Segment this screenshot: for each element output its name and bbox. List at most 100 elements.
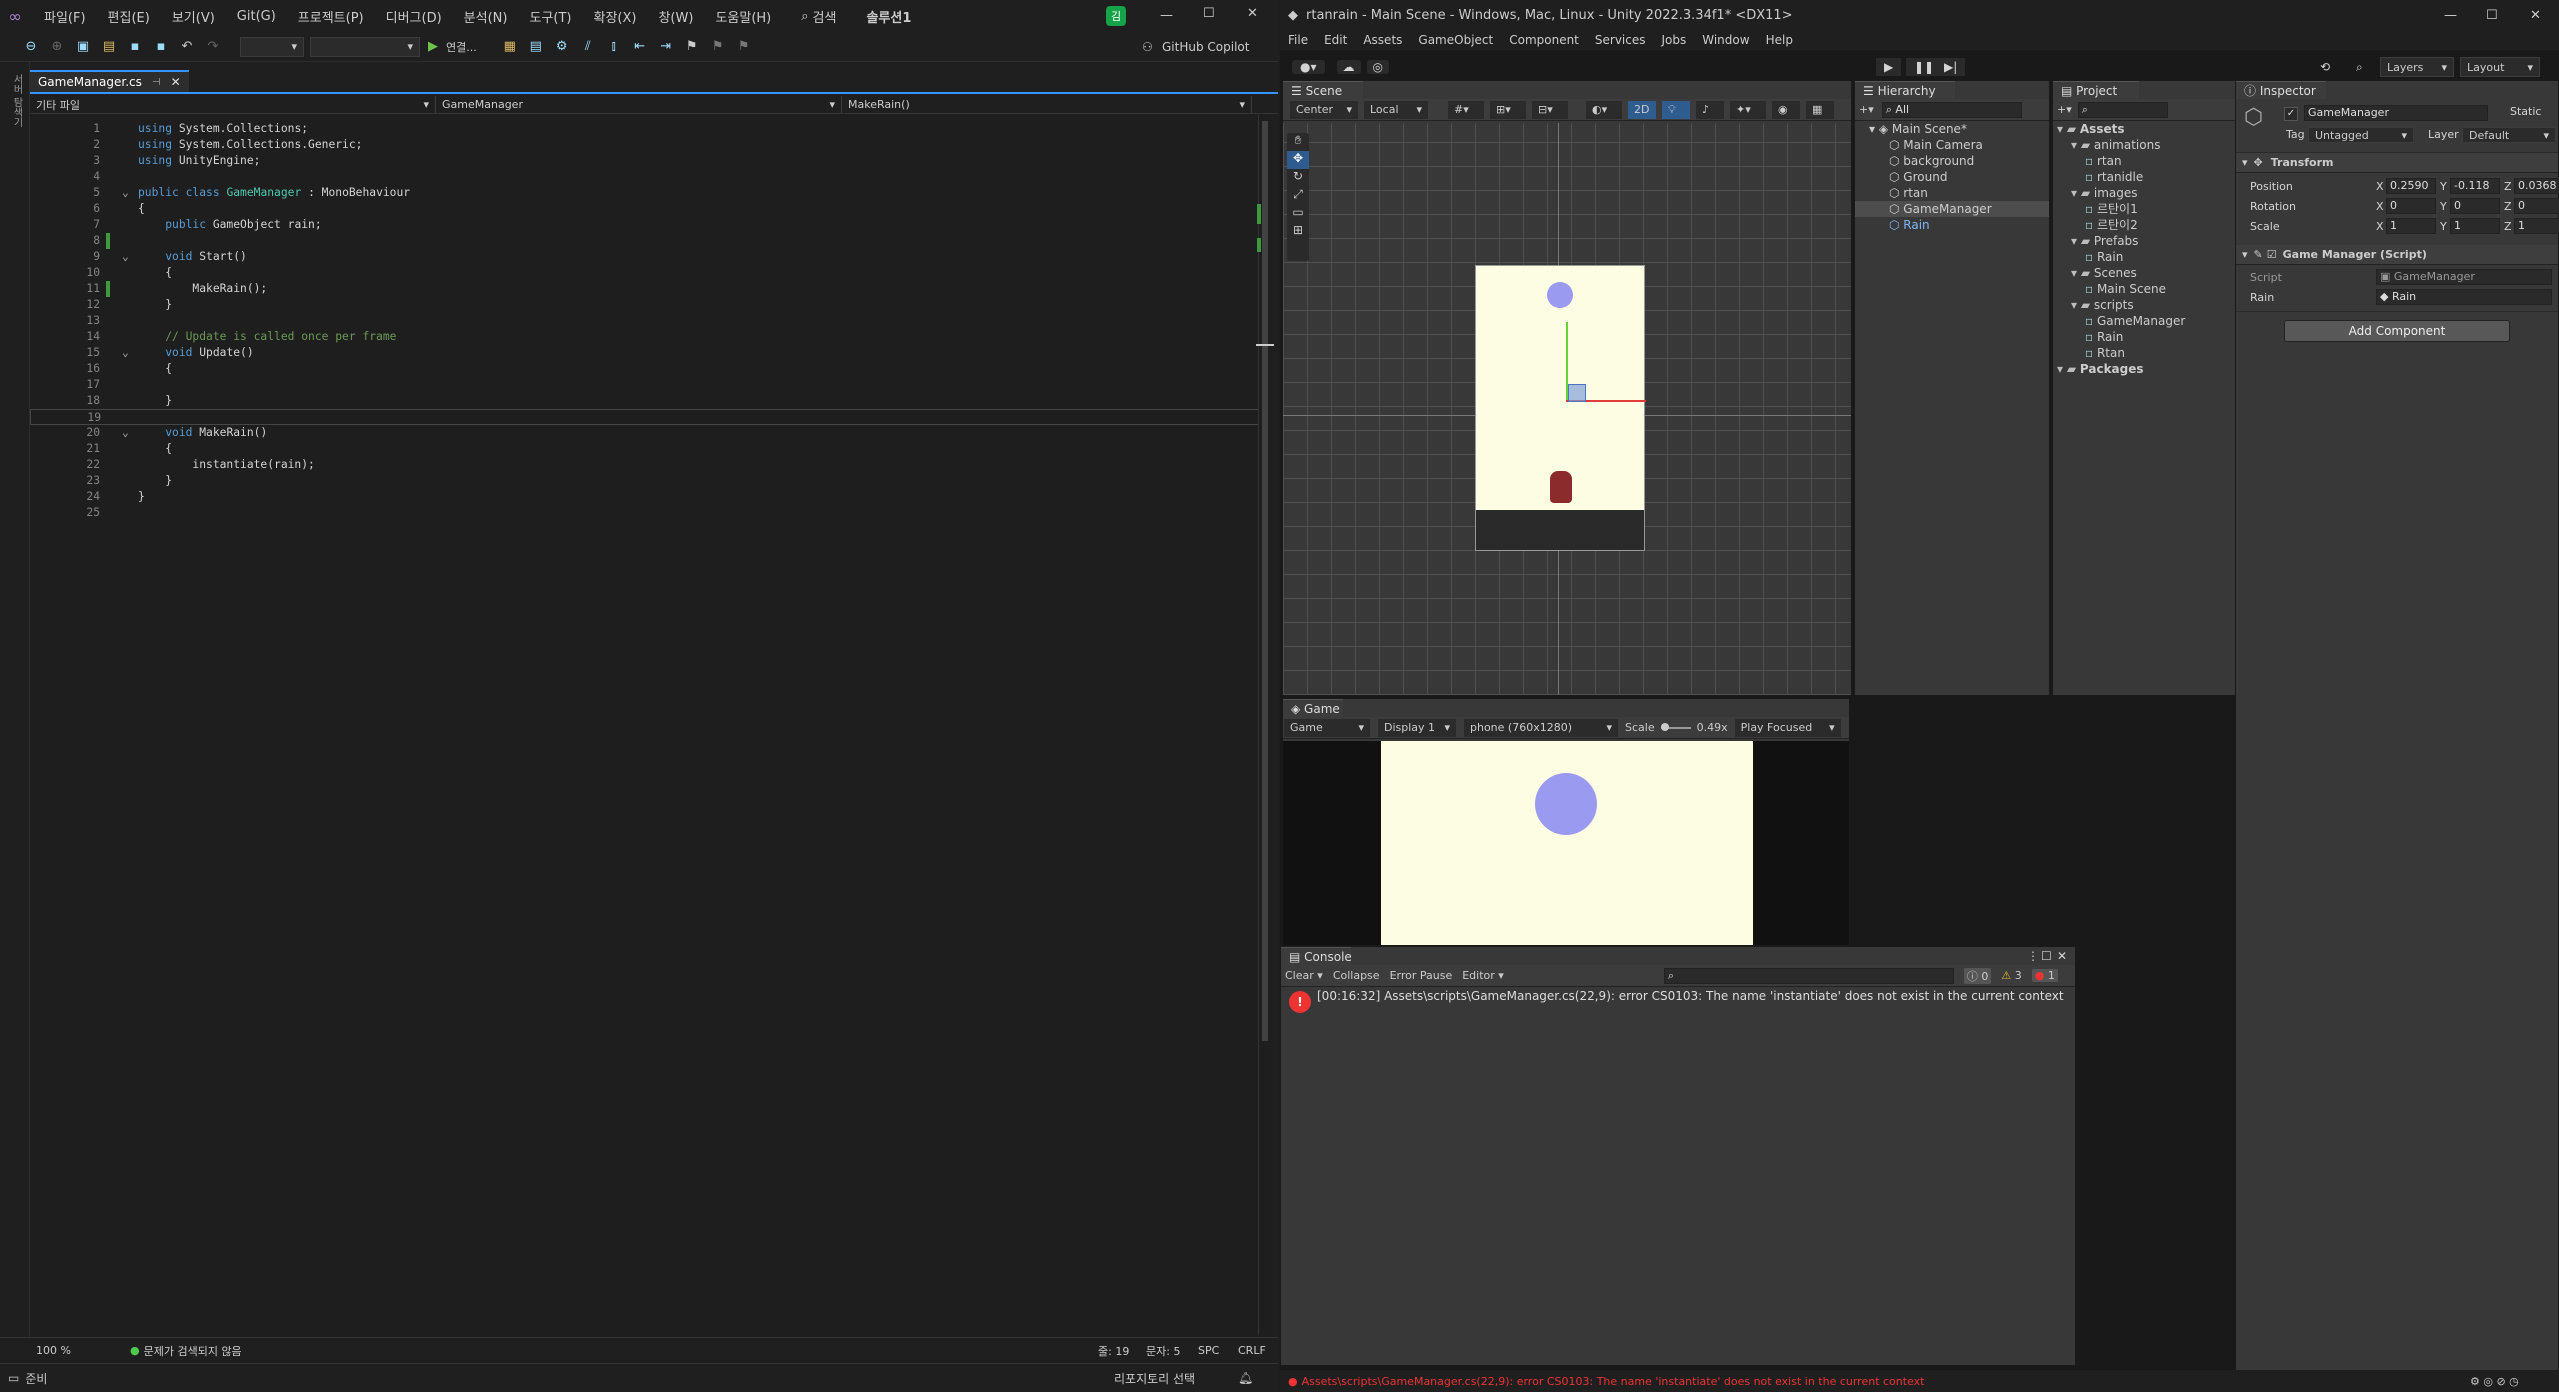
scope-dropdown[interactable]: 기타 파일 ▾ [30, 96, 436, 113]
project-item[interactable]: ▾ ▰ Scenes [2053, 265, 2245, 281]
hierarchy-item[interactable]: ⬡ Main Camera [1855, 137, 2049, 153]
transform-header[interactable]: ▾ ✥ Transform [2236, 153, 2558, 173]
space-dropdown[interactable]: Local ▾ [1363, 99, 1429, 120]
info-count[interactable]: ⓘ 0 [1963, 967, 1992, 984]
save-icon[interactable]: ▪ [126, 38, 144, 56]
gameobject-name[interactable]: GameManager [2304, 105, 2488, 121]
unity-menu-item[interactable]: Edit [1324, 33, 1347, 47]
code-line[interactable]: 3 using UnityEngine; [30, 153, 1260, 169]
project-item[interactable]: ▫ 르탄이2 [2053, 217, 2245, 233]
console-maximize-icon[interactable]: ☐ [2041, 949, 2052, 963]
bookmark-next-icon[interactable]: ⚑ [735, 38, 753, 56]
hierarchy-item[interactable]: ▾ ◈ Main Scene* [1855, 121, 2049, 137]
toolbar-icon-e[interactable]: ⫾ [605, 38, 623, 56]
code-line[interactable]: ⌄ 5 public class GameManager : MonoBehavio… [30, 185, 1260, 201]
rotation-z-field[interactable]: 0 [2514, 198, 2559, 214]
position-x-field[interactable]: 0.2590 [2386, 178, 2436, 194]
outdent-icon[interactable]: ⇥ [657, 38, 675, 56]
crlf-indicator[interactable]: CRLF [1238, 1344, 1266, 1357]
unity-menu-item[interactable]: Services [1595, 33, 1646, 47]
clear-button[interactable]: Clear ▾ [1285, 969, 1323, 982]
toolbar-icon-d[interactable]: ⫽ [579, 38, 597, 56]
collab-icon[interactable]: ◎ [1366, 60, 1389, 74]
scale-slider[interactable] [1660, 722, 1691, 731]
unity-menu-item[interactable]: Assets [1363, 33, 1402, 47]
search-icon[interactable]: ⌕ [2356, 60, 2363, 75]
member-dropdown[interactable]: MakeRain() ▾ [842, 96, 1252, 113]
server-explorer-tab[interactable]: 서버 탐색기 [9, 74, 24, 127]
minimize-icon[interactable]: — [1160, 8, 1173, 23]
toolbar-icon-c[interactable]: ⚙ [553, 38, 571, 56]
platform-dropdown[interactable]: ▾ [310, 36, 420, 57]
vs-menu-item[interactable]: 디버그(D) [386, 7, 442, 26]
bookmark-icon[interactable]: ⚑ [683, 38, 701, 56]
tab-project[interactable]: ▤ Project [2053, 81, 2139, 99]
code-line[interactable]: 6{ [30, 201, 1260, 217]
play-button[interactable]: ▶ [1876, 58, 1902, 76]
unity-menu-item[interactable]: Jobs [1662, 33, 1687, 47]
scene-ground[interactable] [1476, 510, 1644, 550]
project-item[interactable]: ▫ Rain [2053, 249, 2245, 265]
editor-scrollbar[interactable] [1256, 115, 1274, 1335]
tab-console[interactable]: ▤ Console [1281, 947, 1352, 965]
close-icon[interactable]: ✕ [2530, 8, 2541, 23]
increment-dropdown[interactable]: ⊟▾ [1531, 99, 1569, 120]
project-item[interactable]: ▫ GameManager [2053, 313, 2245, 329]
tab-inspector[interactable]: ⓘ Inspector [2236, 81, 2326, 99]
audio-toggle[interactable]: ♪ [1695, 99, 1725, 120]
code-line[interactable]: 4 [30, 169, 1260, 185]
project-item[interactable]: ▾ ▰ images [2053, 185, 2245, 201]
game-viewport[interactable] [1283, 741, 1849, 945]
hierarchy-item[interactable]: ⬡ Rain [1855, 217, 2049, 233]
fold-icon[interactable]: ⌄ [122, 425, 129, 441]
code-line[interactable]: 24} [30, 489, 1260, 505]
rotate-tool-icon[interactable]: ↻ [1287, 169, 1309, 187]
issues-label[interactable]: 문제가 검색되지 않음 [144, 1343, 242, 1359]
project-item[interactable]: ▫ 르탄이1 [2053, 201, 2245, 217]
code-line[interactable]: 12 } [30, 297, 1260, 313]
step-button[interactable]: ▶| [1936, 58, 1966, 76]
grid-dropdown[interactable]: #▾ [1447, 99, 1485, 120]
vs-menu-item[interactable]: 도움말(H) [715, 7, 771, 26]
unity-menu-item[interactable]: GameObject [1418, 33, 1493, 47]
layers-dropdown[interactable]: Layers ▾ [2380, 57, 2454, 77]
console-entry[interactable]: ! [00:16:32] Assets\scripts\GameManager.… [1281, 987, 2075, 1017]
code-line[interactable]: 23 } [30, 473, 1260, 489]
tag-dropdown[interactable]: Untagged ▾ [2308, 127, 2414, 143]
bookmark-prev-icon[interactable]: ⚑ [709, 38, 727, 56]
position-z-field[interactable]: 0.0368 [2514, 178, 2559, 194]
display-dropdown[interactable]: Display 1 ▾ [1377, 717, 1457, 738]
pivot-dropdown[interactable]: Center ▾ [1289, 99, 1359, 120]
layer-dropdown[interactable]: Default ▾ [2462, 127, 2556, 143]
tab-close-icon[interactable]: ✕ [171, 75, 181, 89]
code-line[interactable]: 1 using System.Collections; [30, 121, 1260, 137]
hierarchy-search[interactable]: ⌕ All [1881, 101, 2022, 118]
spc-indicator[interactable]: SPC [1198, 1344, 1219, 1357]
hierarchy-item[interactable]: ⬡ rtan [1855, 185, 2049, 201]
error-pause-button[interactable]: Error Pause [1390, 969, 1453, 982]
unity-menu-item[interactable]: Component [1509, 33, 1579, 47]
project-item[interactable]: ▫ rtan [2053, 153, 2245, 169]
vs-search[interactable]: 검색 [813, 7, 837, 26]
hierarchy-item[interactable]: ⬡ GameManager [1855, 201, 2049, 217]
code-line[interactable]: 18 } [30, 393, 1260, 409]
toolbar-icon-b[interactable]: ▤ [527, 38, 545, 56]
new-item-icon[interactable]: ▣ [74, 38, 92, 56]
user-avatar[interactable]: 김 [1106, 6, 1126, 26]
cloud-icon[interactable]: ☁ [1336, 60, 1361, 74]
hierarchy-add-icon[interactable]: +▾ [1859, 103, 1874, 116]
console-close-icon[interactable]: ✕ [2057, 949, 2067, 963]
unity-menu-item[interactable]: Help [1766, 33, 1793, 47]
fold-icon[interactable]: ⌄ [122, 345, 129, 361]
scale-tool-icon[interactable]: ⤢ [1287, 187, 1309, 205]
effects-dropdown[interactable]: ✦▾ [1729, 99, 1767, 120]
save-all-icon[interactable]: ▪ [152, 38, 170, 56]
zoom-level[interactable]: 100 % [36, 1344, 96, 1357]
code-line[interactable]: 13 [30, 313, 1260, 329]
rotation-y-field[interactable]: 0 [2450, 198, 2500, 214]
code-line[interactable]: 8 [30, 233, 1260, 249]
account-icon[interactable]: ●▾ [1292, 60, 1325, 74]
code-line[interactable]: 19 [30, 409, 1260, 425]
code-line[interactable]: 11 MakeRain(); [30, 281, 1260, 297]
project-item[interactable]: ▫ Rtan [2053, 345, 2245, 361]
